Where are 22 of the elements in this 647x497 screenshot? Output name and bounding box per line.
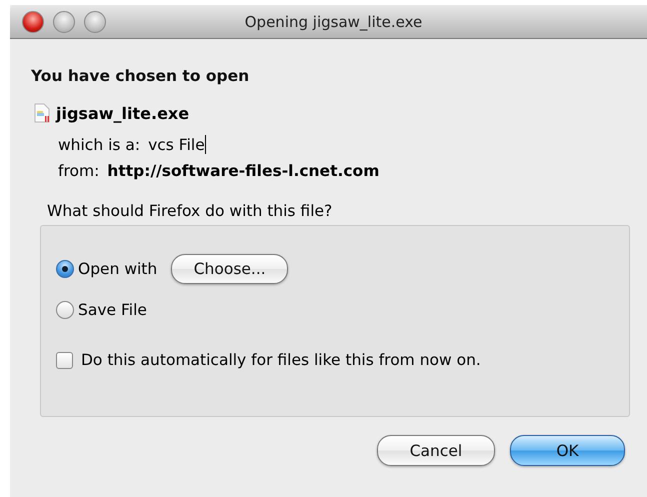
type-value: vcs File <box>148 136 205 154</box>
radio-label: Save File <box>78 301 147 319</box>
radio-button[interactable] <box>56 260 74 278</box>
source-label: from: <box>58 162 100 180</box>
close-button[interactable] <box>22 10 44 32</box>
radio-button[interactable] <box>56 301 74 319</box>
checkbox-label: Do this automatically for files like this from now on. <box>81 351 481 369</box>
type-label: which is a: <box>58 136 140 154</box>
radio-label: Open with <box>78 260 158 278</box>
window-title: Opening jigsaw_lite.exe <box>244 12 422 30</box>
minimize-button[interactable] <box>53 10 75 32</box>
dialog-button[interactable]: Cancel <box>377 435 495 466</box>
file-name: jigsaw_lite.exe <box>56 104 190 122</box>
question-text: What should Firefox do with this file? <box>47 202 334 220</box>
file-icon <box>33 103 51 123</box>
checkbox[interactable] <box>56 352 73 368</box>
heading-text: You have chosen to open <box>31 67 250 85</box>
choose-button[interactable]: Choose... <box>171 254 288 284</box>
default-button[interactable]: OK <box>510 435 625 466</box>
text-cursor <box>204 135 206 154</box>
source-url: http://software-files-l.cnet.com <box>107 162 380 180</box>
zoom-button[interactable] <box>84 10 106 32</box>
